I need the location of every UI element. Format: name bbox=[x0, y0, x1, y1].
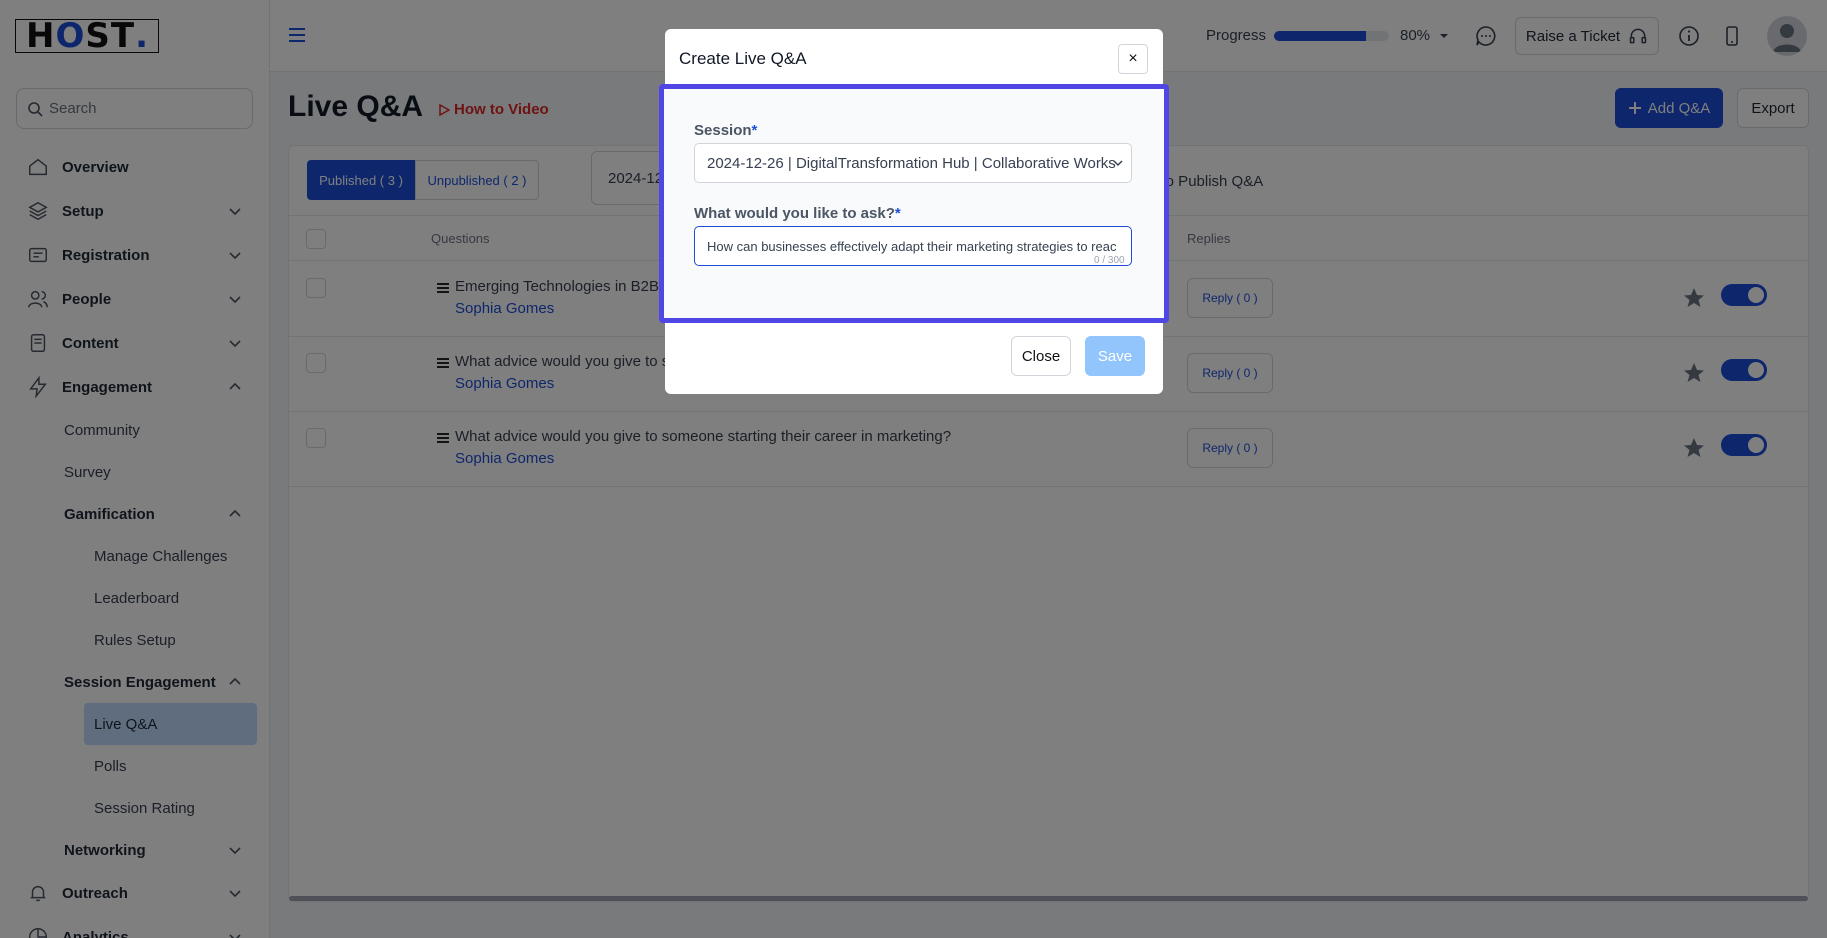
question-field-label: What would you like to ask?* bbox=[694, 205, 901, 222]
chevron-down-icon bbox=[1113, 160, 1123, 167]
required-mark: * bbox=[751, 122, 758, 139]
required-mark: * bbox=[894, 205, 901, 222]
question-label-text: What would you like to ask? bbox=[694, 205, 895, 222]
close-button[interactable]: Close bbox=[1011, 336, 1071, 376]
session-field-label: Session* bbox=[694, 122, 757, 139]
character-counter: 0 / 300 bbox=[1094, 255, 1125, 266]
create-live-qa-modal: Create Live Q&A × Session* 2024-12-26 | … bbox=[659, 29, 1169, 394]
question-input[interactable]: How can businesses effectively adapt the… bbox=[694, 226, 1132, 266]
save-button[interactable]: Save bbox=[1085, 336, 1145, 376]
modal-close-icon[interactable]: × bbox=[1118, 44, 1148, 74]
session-select[interactable]: 2024-12-26 | DigitalTransformation Hub |… bbox=[694, 143, 1132, 183]
question-input-value: How can businesses effectively adapt the… bbox=[707, 239, 1117, 254]
session-label-text: Session bbox=[694, 122, 752, 139]
close-icon: × bbox=[1128, 50, 1138, 67]
close-button-label: Close bbox=[1021, 347, 1061, 365]
modal-title: Create Live Q&A bbox=[679, 49, 807, 68]
session-select-value: 2024-12-26 | DigitalTransformation Hub |… bbox=[707, 155, 1116, 172]
modal-body: Session* 2024-12-26 | DigitalTransformat… bbox=[659, 84, 1169, 323]
save-button-label: Save bbox=[1097, 347, 1133, 365]
